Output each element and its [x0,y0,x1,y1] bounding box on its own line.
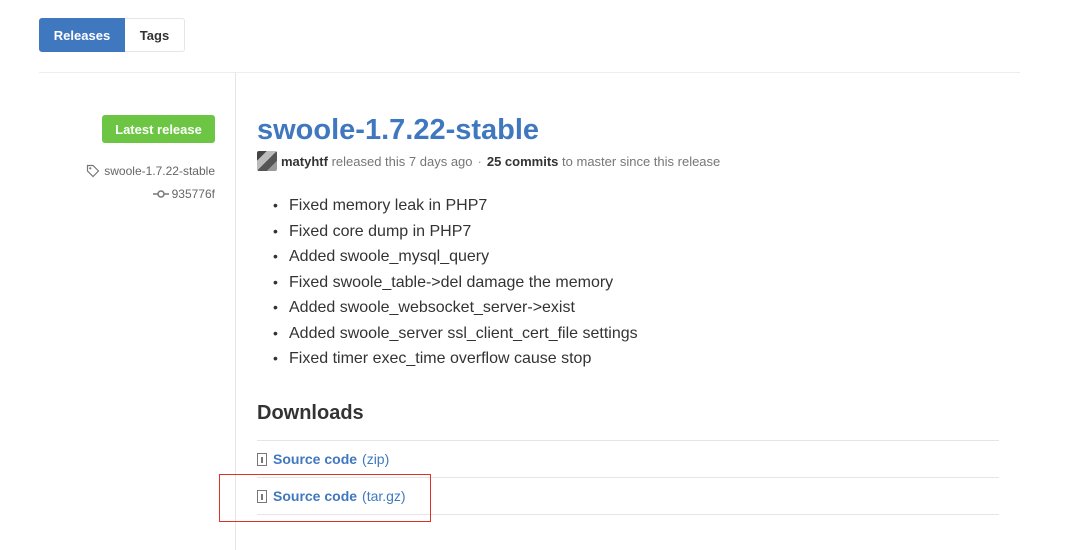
download-type: (zip) [362,451,390,467]
git-commit-icon [152,189,169,199]
latest-release-badge: Latest release [102,115,215,143]
bullet: • [273,248,278,264]
note-text: Added swoole_server ssl_client_cert_file… [289,324,638,342]
bullet: • [273,324,278,341]
release-tag-name: swoole-1.7.22-stable [104,164,215,178]
tab-tags[interactable]: Tags [125,18,185,52]
note-text: Fixed memory leak in PHP7 [289,197,488,214]
list-item: • Added swoole_websocket_server->exist [273,295,638,321]
downloads-heading: Downloads [257,402,364,424]
downloads-divider [257,440,999,441]
bullet: • [273,273,278,290]
release-commit-sha: 935776f [171,187,215,201]
bullet: • [273,350,278,366]
list-item: • Added swoole_server ssl_client_cert_fil… [273,321,638,347]
download-name: Source code [273,451,358,467]
header-divider [39,72,1020,73]
list-item: • Fixed timer exec_time overflow cause st… [273,346,638,372]
bullet: • [273,222,278,239]
note-text: Fixed swoole_table->del damage the memor… [289,273,614,291]
commits-suffix: to master since this release [562,153,721,169]
list-item: • Added swoole_mysql_query [273,244,638,270]
note-text: Fixed timer exec_time overflow cause sto… [289,350,592,367]
bullet: • [273,299,278,315]
release-title[interactable]: swoole-1.7.22-stable [257,112,539,148]
list-item: • Fixed core dump in PHP7 [273,219,638,245]
bullet: • [273,197,278,213]
release-author[interactable]: matyhtf [281,154,328,169]
commits-count-link[interactable]: 25 commits [487,154,559,169]
avatar[interactable] [257,151,277,171]
release-notes-list: • Fixed memory leak in PHP7 • Fixed core d… [273,193,638,372]
highlight-box [219,474,431,522]
release-tabs: Releases Tags [39,18,185,52]
file-zip-icon [257,452,267,466]
download-source-zip[interactable]: Source code (zip) [257,449,389,469]
release-commit-link[interactable]: 935776f [152,187,215,201]
list-item: • Fixed swoole_table->del damage the memo… [273,270,638,296]
note-text: Added swoole_mysql_query [289,248,490,265]
tab-releases[interactable]: Releases [39,18,125,52]
list-item: • Fixed memory leak in PHP7 [273,193,638,219]
tag-icon [86,164,100,178]
released-text: released this 7 days ago [331,153,473,169]
meta-separator: · [477,153,482,169]
release-tag-link[interactable]: swoole-1.7.22-stable [86,164,215,178]
note-text: Fixed core dump in PHP7 [289,222,472,240]
note-text: Added swoole_websocket_server->exist [289,299,575,316]
release-meta: matyhtf released this 7 days ago · 25 co… [257,151,720,171]
